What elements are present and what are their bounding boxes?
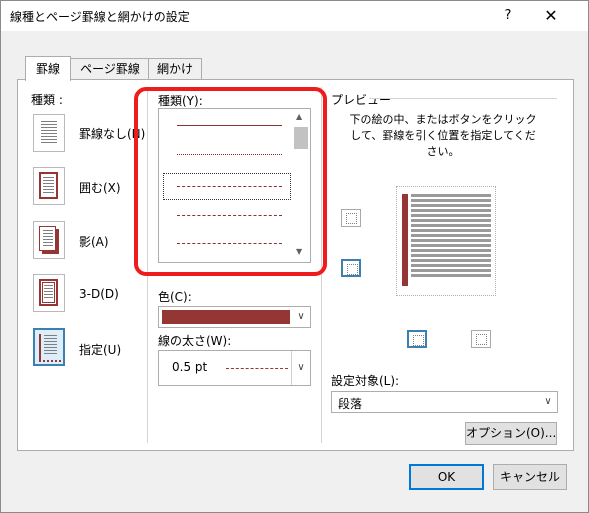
width-value: 0.5 pt	[172, 360, 208, 374]
title-bar: 線種とページ罫線と網かけの設定 ? ✕	[1, 1, 588, 31]
tab-page-border[interactable]: ページ罫線	[70, 58, 150, 80]
chevron-down-icon[interactable]: ∨	[292, 307, 310, 327]
apply-to-label: 設定対象(L):	[331, 374, 400, 388]
apply-to-value: 段落	[338, 397, 363, 411]
setting-shadow-label[interactable]: 影(A)	[79, 233, 109, 250]
box-border-icon[interactable]	[33, 167, 65, 205]
width-label: 線の太さ(W):	[158, 334, 232, 348]
close-button[interactable]: ✕	[536, 5, 566, 27]
custom-border-icon[interactable]	[33, 328, 65, 366]
setting-3d-label[interactable]: 3-D(D)	[79, 287, 119, 301]
border-top-icon	[346, 213, 357, 224]
bottom-border-button[interactable]	[341, 259, 361, 277]
borders-and-shading-dialog: 線種とページ罫線と網かけの設定 ? ✕ 罫線 ページ罫線 網かけ 種類 : 罫線…	[0, 0, 589, 513]
options-button[interactable]: オプション(O)...	[465, 422, 557, 445]
border-left-icon	[413, 335, 424, 346]
tab-shading[interactable]: 網かけ	[148, 58, 202, 80]
top-border-button[interactable]	[341, 209, 361, 227]
ok-button[interactable]: OK	[409, 464, 484, 490]
color-dropdown[interactable]: ∨	[158, 306, 311, 328]
chevron-down-icon[interactable]: ∨	[539, 392, 557, 412]
shadow-border-icon[interactable]	[33, 221, 65, 259]
preview-left-border	[402, 194, 408, 286]
setting-custom-label[interactable]: 指定(U)	[79, 341, 121, 358]
color-swatch	[162, 310, 290, 324]
border-right-icon	[476, 334, 487, 345]
width-dropdown[interactable]: 0.5 pt ∨	[158, 350, 311, 386]
width-line-sample	[226, 368, 288, 369]
border-bottom-icon	[347, 264, 358, 275]
apply-to-dropdown[interactable]: 段落 ∨	[331, 391, 558, 413]
preview-heading: プレビュー	[331, 93, 392, 107]
help-button[interactable]: ?	[493, 5, 523, 27]
setting-box-label[interactable]: 囲む(X)	[79, 179, 121, 196]
border-preview[interactable]	[396, 186, 496, 296]
highlight-annotation	[134, 87, 327, 276]
color-label: 色(C):	[158, 290, 192, 304]
chevron-down-icon[interactable]: ∨	[291, 351, 310, 385]
preview-instruction: 下の絵の中、またはボタンをクリックして、罫線を引く位置を指定してください。	[349, 113, 537, 158]
window-title: 線種とページ罫線と網かけの設定	[10, 10, 190, 24]
left-border-button[interactable]	[407, 330, 427, 348]
preview-divider	[369, 98, 557, 99]
right-border-button[interactable]	[471, 330, 491, 348]
no-border-icon[interactable]	[33, 114, 65, 152]
cancel-button[interactable]: キャンセル	[493, 464, 567, 490]
settings-heading: 種類 :	[31, 93, 63, 107]
tab-borders[interactable]: 罫線	[25, 56, 71, 81]
3d-border-icon[interactable]	[33, 274, 65, 312]
